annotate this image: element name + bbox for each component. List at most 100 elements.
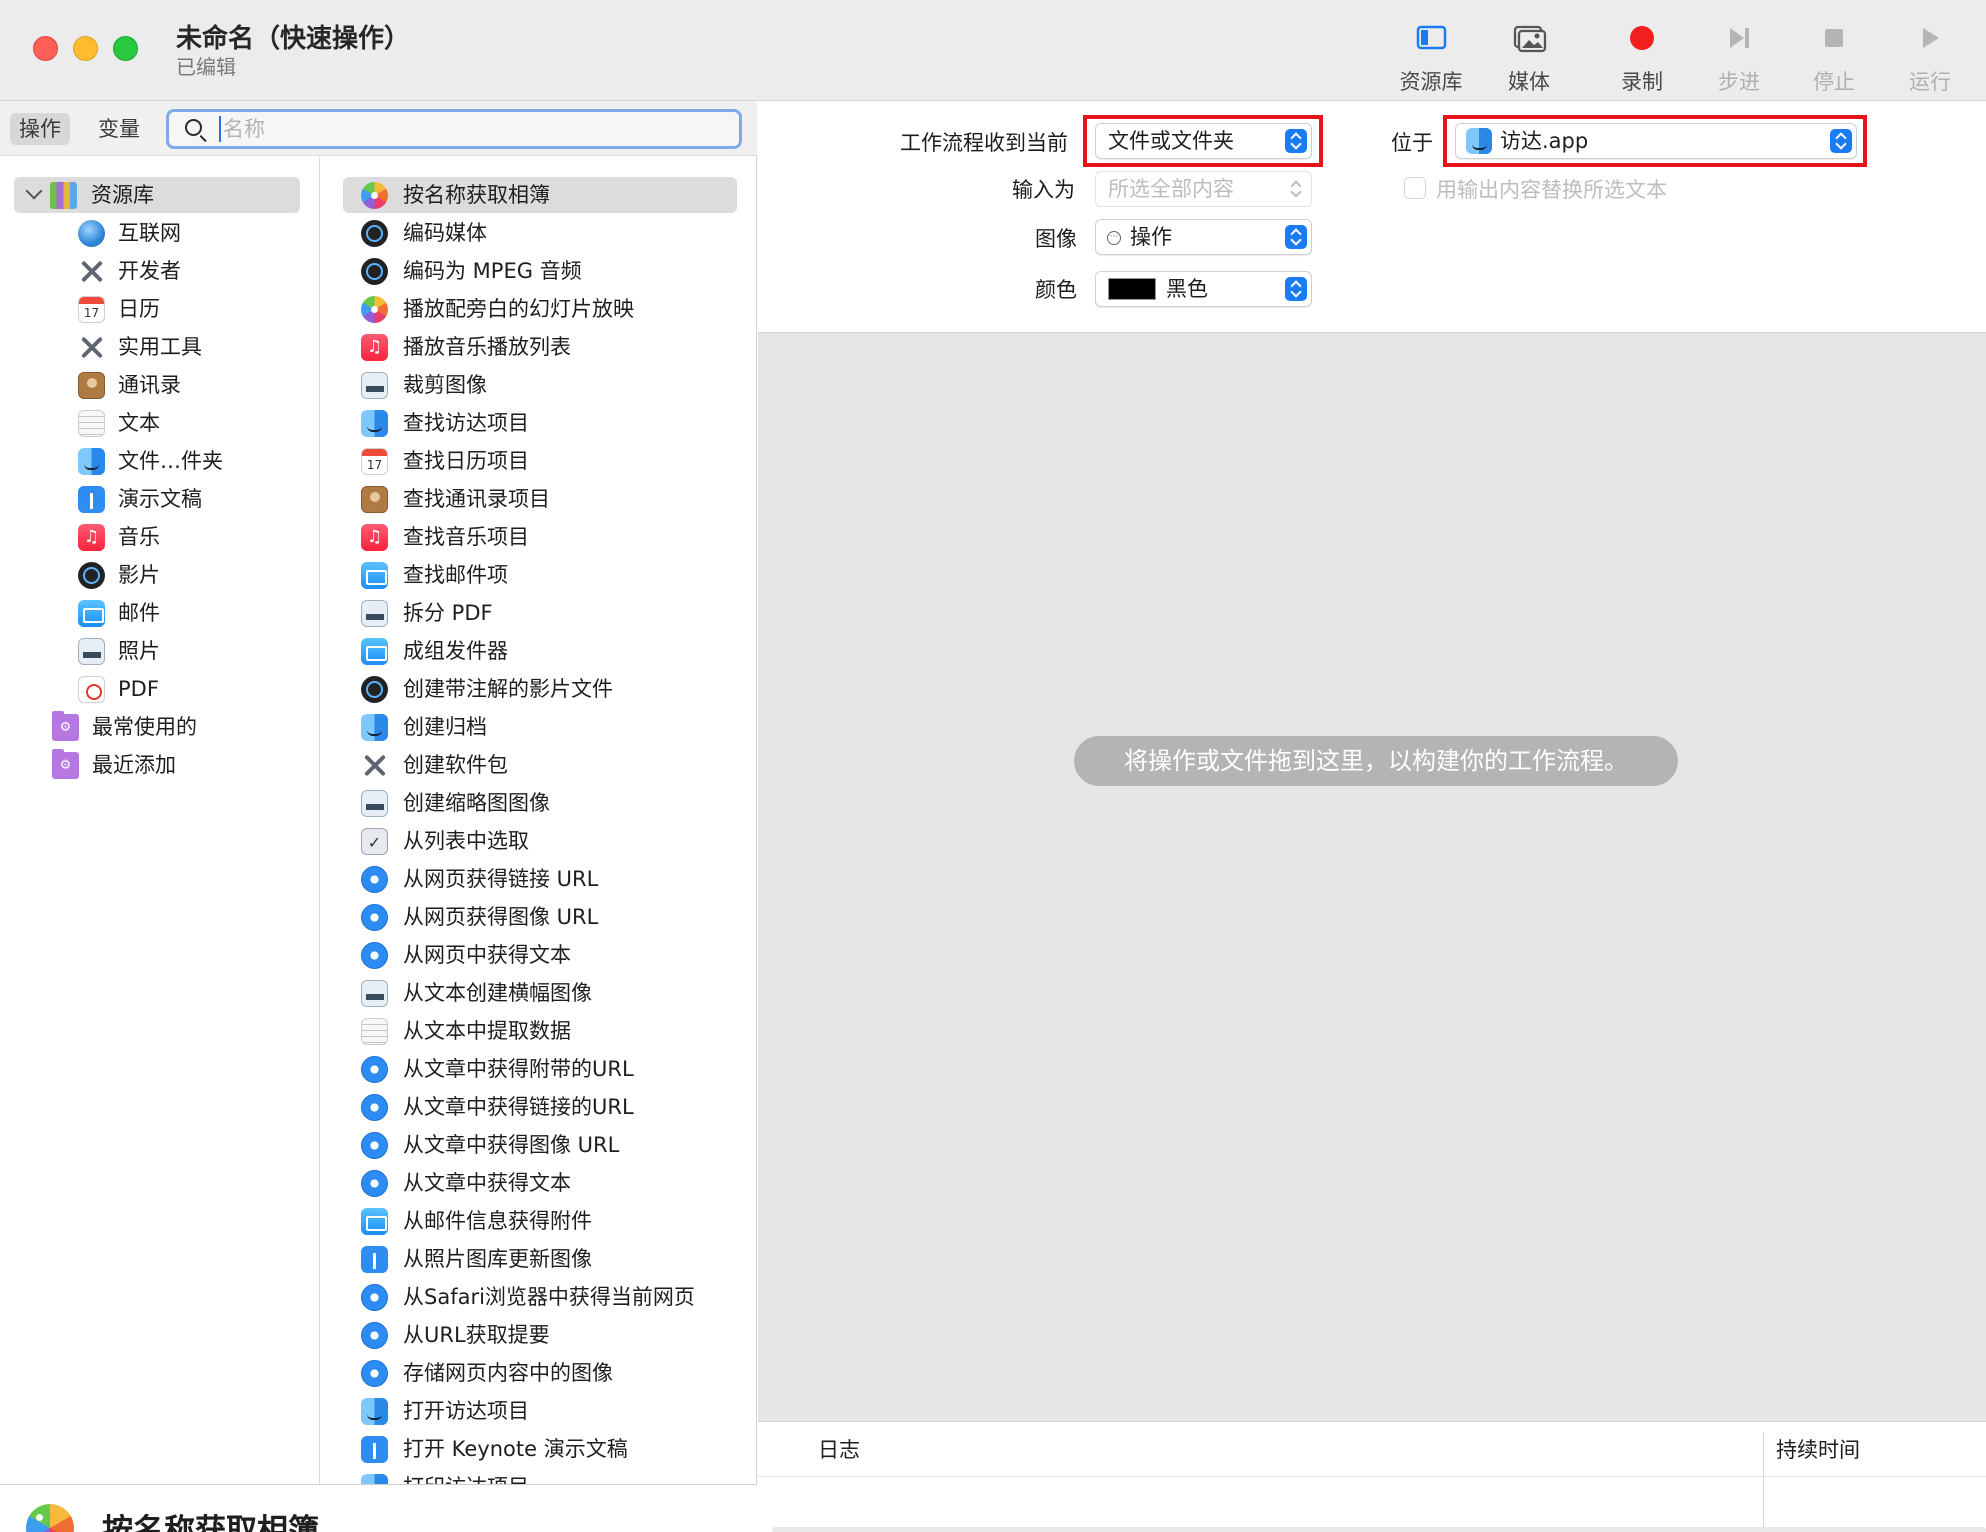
action-list-item[interactable]: 创建带注解的影片文件 [343,671,737,707]
in-app-popup[interactable]: 访达.app [1455,123,1857,159]
library-item-calendar[interactable]: 日历 [78,291,308,327]
action-label: 查找访达项目 [403,411,529,435]
action-list-item[interactable]: 从邮件信息获得附件 [343,1203,737,1239]
action-list-item[interactable]: 存储网页内容中的图像 [343,1355,737,1391]
disclosure-chevron-icon[interactable] [25,182,43,200]
library-group-most-used[interactable]: 最常使用的 [52,709,308,745]
action-list-item[interactable]: 创建软件包 [343,747,737,783]
search-field[interactable] [166,109,742,149]
horizontal-scrollbar[interactable] [772,1527,1986,1532]
action-list-item[interactable]: 打开访达项目 [343,1393,737,1429]
media-toolbar-button[interactable]: 媒体 [1484,18,1574,94]
replace-text-checkbox[interactable] [1404,177,1426,199]
action-list-item[interactable]: 从URL获取提要 [343,1317,737,1353]
action-list-item[interactable]: 从网页获得图像 URL [343,899,737,935]
action-list-item[interactable]: 拆分 PDF [343,595,737,631]
log-column-header[interactable]: 日志 [818,1434,860,1464]
library-item-utilities[interactable]: 实用工具 [78,329,308,365]
library-item-photos[interactable]: 照片 [78,633,308,669]
run-toolbar-button[interactable]: 运行 [1885,18,1975,94]
library-item-contacts[interactable]: 通讯录 [78,367,308,403]
image-popup[interactable]: ··· 操作 [1095,219,1312,255]
input-popup[interactable]: 所选全部内容 [1095,171,1312,207]
record-toolbar-button[interactable]: 录制 [1597,18,1687,94]
tab-variables[interactable]: 变量 [89,113,149,145]
action-list-item[interactable]: 播放配旁白的幻灯片放映 [343,291,737,327]
action-list-item[interactable]: 从文章中获得图像 URL [343,1127,737,1163]
library-item-internet[interactable]: 互联网 [78,215,308,251]
music-icon [361,524,388,551]
sidebar-icon [1411,18,1451,58]
action-list-item[interactable]: 打开 Keynote 演示文稿 [343,1431,737,1467]
finder-icon [361,410,388,437]
action-label: 从文本创建横幅图像 [403,981,592,1005]
action-list-item[interactable]: 从文章中获得附带的URL [343,1051,737,1087]
action-list-item[interactable]: 查找日历项目 [343,443,737,479]
action-list-item[interactable]: 裁剪图像 [343,367,737,403]
action-label: 查找通讯录项目 [403,487,550,511]
actions-list: 按名称获取相簿编码媒体编码为 MPEG 音频播放配旁白的幻灯片放映播放音乐播放列… [321,157,757,1484]
safari-icon [361,1132,388,1159]
library-item-pdf[interactable]: PDF [78,671,308,707]
close-window-button[interactable] [33,36,58,61]
action-list-item[interactable]: 查找音乐项目 [343,519,737,555]
search-input[interactable] [219,116,719,142]
action-list-item[interactable]: 编码为 MPEG 音频 [343,253,737,289]
library-group-recently-added[interactable]: 最近添加 [52,747,308,783]
action-list-item[interactable]: 从列表中选取 [343,823,737,859]
movie-icon [361,258,388,285]
library-toolbar-button[interactable]: 资源库 [1386,18,1476,94]
photos-icon [361,182,388,209]
action-list-item[interactable]: 从文章中获得文本 [343,1165,737,1201]
zoom-window-button[interactable] [113,36,138,61]
library-column: 资源库 互联网 开发者 日历 实用工具 通讯录 文本 文件…件夹 演示文稿 音乐… [0,157,320,1484]
library-item-mail[interactable]: 邮件 [78,595,308,631]
action-list-item[interactable]: 从照片图库更新图像 [343,1241,737,1277]
stop-toolbar-button[interactable]: 停止 [1789,18,1879,94]
library-item-developer[interactable]: 开发者 [78,253,308,289]
action-label: 存储网页内容中的图像 [403,1361,613,1385]
action-list-item[interactable]: 查找访达项目 [343,405,737,441]
action-label: 从网页获得图像 URL [403,905,599,929]
action-list-item[interactable]: 从网页中获得文本 [343,937,737,973]
action-list-item[interactable]: 从Safari浏览器中获得当前网页 [343,1279,737,1315]
library-item-files-folders[interactable]: 文件…件夹 [78,443,308,479]
library-item-movies[interactable]: 影片 [78,557,308,593]
action-list-item[interactable]: 编码媒体 [343,215,737,251]
action-list-item[interactable]: 从文本创建横幅图像 [343,975,737,1011]
step-toolbar-button[interactable]: 步进 [1694,18,1784,94]
tab-actions[interactable]: 操作 [10,113,70,145]
library-item-presentations[interactable]: 演示文稿 [78,481,308,517]
movie-icon [361,676,388,703]
color-popup[interactable]: 黑色 [1095,271,1312,307]
action-list-item[interactable]: 查找邮件项 [343,557,737,593]
library-item-music[interactable]: 音乐 [78,519,308,555]
movie-icon [361,220,388,247]
media-toolbar-label: 媒体 [1508,70,1550,94]
photo-doc-icon [361,980,388,1007]
action-list-item[interactable]: 从文章中获得链接的URL [343,1089,737,1125]
action-list-item[interactable]: 打印访达项目 [343,1469,737,1484]
workflow-pane: 工作流程收到当前 文件或文件夹 位于 访达.app 输入为 所选全部内容 用输出… [758,101,1986,1532]
duration-column-header[interactable]: 持续时间 [1776,1434,1860,1464]
action-list-item[interactable]: 播放音乐播放列表 [343,329,737,365]
action-list-item[interactable]: 创建缩略图图像 [343,785,737,821]
column-divider[interactable] [1763,1432,1764,1532]
minimize-window-button[interactable] [73,36,98,61]
action-list-item[interactable]: 成组发件器 [343,633,737,669]
receives-popup[interactable]: 文件或文件夹 [1095,123,1312,159]
calendar-icon [78,296,105,323]
action-list-item[interactable]: 从文本中提取数据 [343,1013,737,1049]
action-list-item[interactable]: 创建归档 [343,709,737,745]
step-toolbar-label: 步进 [1718,70,1760,94]
in-label: 位于 [1391,131,1433,155]
action-list-item[interactable]: 按名称获取相簿 [343,177,737,213]
tools-icon [78,334,105,361]
library-root[interactable]: 资源库 [14,177,300,213]
choose-icon [361,828,388,856]
library-item-text[interactable]: 文本 [78,405,308,441]
contacts-icon [361,486,388,513]
text-icon [78,410,105,437]
action-list-item[interactable]: 查找通讯录项目 [343,481,737,517]
action-list-item[interactable]: 从网页获得链接 URL [343,861,737,897]
